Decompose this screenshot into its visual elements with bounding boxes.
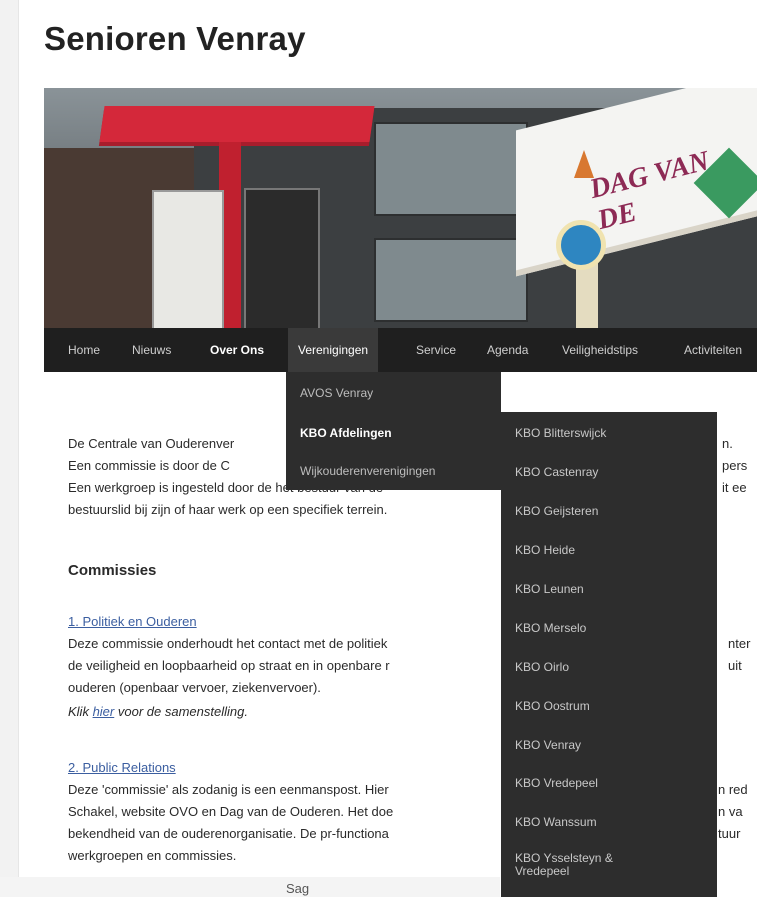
nav-veiligheidstips[interactable]: Veiligheidstips [562,328,638,372]
footer-fragment: Sag [286,881,310,896]
pr-fragment-right: tuur [718,826,741,841]
politiek-line-2: de veiligheid en loopbaarheid op straat … [68,658,390,673]
pr-line-3: bekendheid van de ouderenorganisatie. De… [68,826,389,841]
nav-activiteiten[interactable]: Activiteiten [684,328,742,372]
politiek-fragment-right: uit [728,658,742,673]
kbo-afdelingen-submenu: KBO Blitterswijck KBO Castenray KBO Geij… [501,412,717,897]
politiek-line-3: ouderen (openbaar vervoer, ziekenvervoer… [68,680,321,695]
submenu-item-kbo-merselo[interactable]: KBO Merselo [515,621,586,635]
klik-prefix: Klik [68,704,93,719]
main-navigation: Home Nieuws Over Ons Verenigingen Servic… [44,328,757,372]
hier-link[interactable]: hier [93,704,115,719]
politiek-ouderen-link[interactable]: 1. Politiek en Ouderen [68,614,197,629]
intro-line-2: Een commissie is door de C [68,458,230,473]
submenu-item-kbo-geijsteren[interactable]: KBO Geijsteren [515,504,598,518]
submenu-item-kbo-blitterswijck[interactable]: KBO Blitterswijck [515,426,606,440]
bottom-scroll-area [0,877,500,897]
samenstelling-line: Klik hier voor de samenstelling. [68,704,248,719]
menu-item-avos-venray[interactable]: AVOS Venray [300,386,373,400]
intro-fragment-right: n. [722,436,733,451]
submenu-item-kbo-ysselsteyn-vredepeel[interactable]: KBO Ysselsteyn & Vredepeel [515,852,665,878]
submenu-item-kbo-vredepeel[interactable]: KBO Vredepeel [515,776,598,790]
intro-line-4: bestuurslid bij zijn of haar werk op een… [68,502,388,517]
submenu-item-kbo-venray[interactable]: KBO Venray [515,738,581,752]
menu-item-kbo-afdelingen[interactable]: KBO Afdelingen [300,426,392,440]
intro-fragment-right: pers [722,458,748,473]
nav-service[interactable]: Service [416,328,456,372]
submenu-item-kbo-leunen[interactable]: KBO Leunen [515,582,584,596]
klik-suffix: voor de samenstelling. [114,704,248,719]
sign-logo-icon [556,220,606,270]
politiek-fragment-right: nter [728,636,751,651]
pr-line-4: werkgroepen en commissies. [68,848,237,863]
red-kiosk-roof [99,106,375,142]
pr-line-1: Deze 'commissie' als zodanig is een eenm… [68,782,389,797]
nav-verenigingen[interactable]: Verenigingen [288,328,379,372]
page-left-border [0,0,19,897]
submenu-item-kbo-oirlo[interactable]: KBO Oirlo [515,660,569,674]
submenu-item-kbo-heide[interactable]: KBO Heide [515,543,575,557]
menu-item-wijkouderenverenigingen[interactable]: Wijkouderenverenigingen [300,464,435,478]
politiek-line-1: Deze commissie onderhoudt het contact me… [68,636,388,651]
intro-line-1: De Centrale van Ouderenver [68,436,235,451]
nav-over-ons[interactable]: Over Ons [210,328,264,372]
header-banner-image: DAG VAN DE [44,88,757,328]
pr-fragment-right: n va [718,804,743,819]
site-title[interactable]: Senioren Venray [44,20,306,58]
pr-fragment-right: n red [718,782,748,797]
intro-fragment-right: it ee [722,480,747,495]
nav-agenda[interactable]: Agenda [487,328,528,372]
nav-home[interactable]: Home [68,328,100,372]
verenigingen-dropdown: AVOS Venray KBO Afdelingen Wijkouderenve… [286,372,501,490]
submenu-item-kbo-wanssum[interactable]: KBO Wanssum [515,815,597,829]
nav-nieuws[interactable]: Nieuws [132,328,171,372]
commissies-heading: Commissies [68,562,157,579]
pr-line-2: Schakel, website OVO en Dag van de Ouder… [68,804,394,819]
submenu-item-kbo-oostrum[interactable]: KBO Oostrum [515,699,590,713]
public-relations-link[interactable]: 2. Public Relations [68,760,176,775]
submenu-item-kbo-castenray[interactable]: KBO Castenray [515,465,598,479]
